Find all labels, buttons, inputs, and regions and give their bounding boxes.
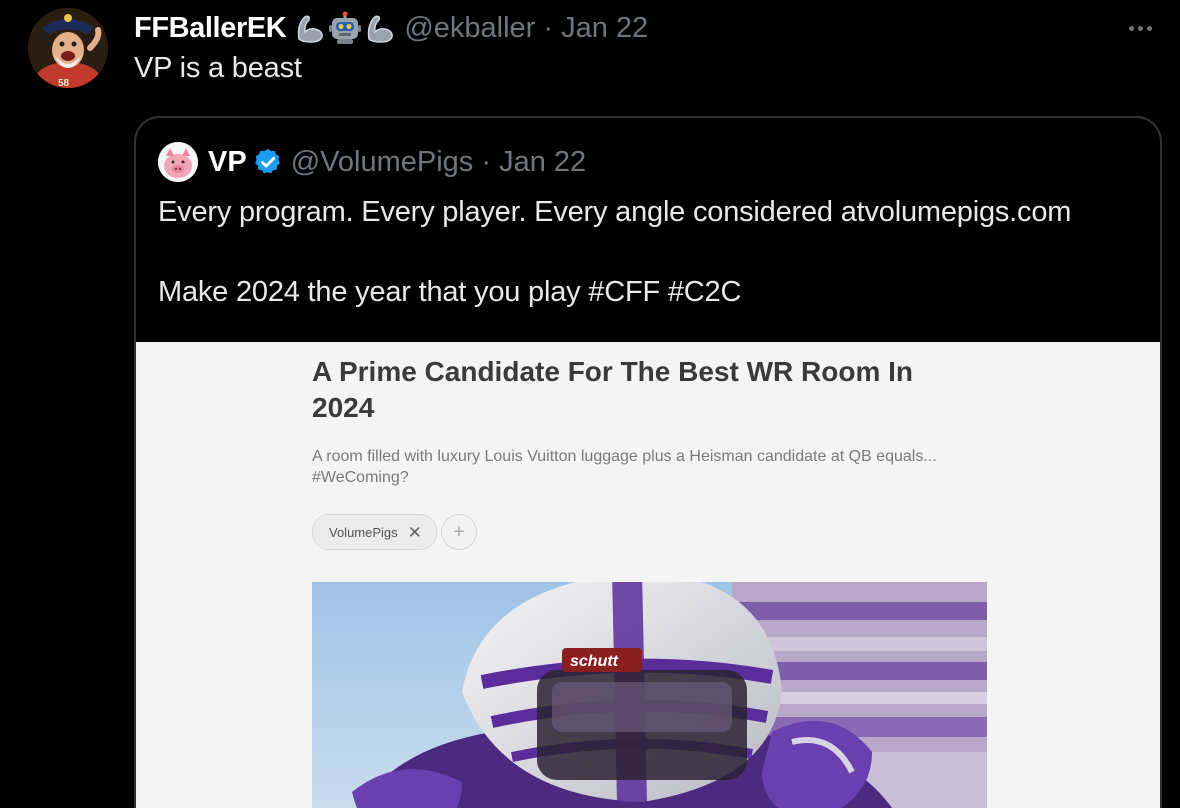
add-tag-button[interactable]: + xyxy=(440,514,477,550)
avatar-image: 58 xyxy=(28,8,108,88)
meta-separator: · xyxy=(473,145,500,178)
svg-text:58: 58 xyxy=(58,78,70,88)
quoted-paragraph: Make 2024 the year that you play #CFF #C… xyxy=(158,276,742,308)
helmet-brand-text: schutt xyxy=(570,653,619,670)
quoted-header: VP @VolumePigs · Jan 22 xyxy=(158,142,586,182)
plus-icon: + xyxy=(453,520,465,543)
meta-separator: · xyxy=(535,11,562,44)
tweet[interactable]: 58 FFBallerEK @ekballer · Jan 22 VP is a… xyxy=(0,0,1180,808)
close-icon[interactable]: ✕ xyxy=(408,524,422,541)
flexed-biceps-icon xyxy=(298,15,324,43)
more-options-button[interactable] xyxy=(1122,14,1158,42)
quoted-handle[interactable]: @VolumePigs xyxy=(291,146,474,178)
quoted-date[interactable]: Jan 22 xyxy=(499,146,586,178)
quoted-media[interactable]: A Prime Candidate For The Best WR Room I… xyxy=(136,342,1160,808)
flexed-biceps-icon xyxy=(368,15,394,43)
quoted-avatar[interactable] xyxy=(158,142,198,182)
quoted-text: Every program. Every player. Every angle… xyxy=(158,192,1148,312)
tag-row: VolumePigs ✕ + xyxy=(312,514,477,550)
quoted-meta: @VolumePigs · Jan 22 xyxy=(291,146,586,179)
article-photo: schutt xyxy=(312,582,987,808)
tag-chip[interactable]: VolumePigs ✕ xyxy=(312,514,437,550)
author-meta: @ekballer · Jan 22 xyxy=(404,12,648,45)
article-description: A room filled with luxury Louis Vuitton … xyxy=(312,448,937,486)
tag-label: VolumePigs xyxy=(329,524,398,540)
tweet-date[interactable]: Jan 22 xyxy=(561,12,648,44)
author-avatar[interactable]: 58 xyxy=(28,8,108,88)
quoted-tweet[interactable]: VP @VolumePigs · Jan 22 Every program. E… xyxy=(134,116,1162,808)
article-title: A Prime Candidate For The Best WR Room I… xyxy=(312,356,914,423)
quoted-display-name[interactable]: VP xyxy=(208,146,247,179)
tweet-header: FFBallerEK @ekballer · Jan 22 xyxy=(134,8,648,48)
more-dot-icon xyxy=(1128,25,1134,31)
author-handle[interactable]: @ekballer xyxy=(404,12,535,44)
verified-badge-icon xyxy=(253,147,283,177)
more-dot-icon xyxy=(1137,25,1143,31)
football-player-photo: schutt xyxy=(312,582,987,808)
author-display-name[interactable]: FFBallerEK xyxy=(134,12,287,45)
tweet-text: VP is a beast xyxy=(134,52,302,84)
name-emojis xyxy=(293,11,397,45)
more-dot-icon xyxy=(1146,25,1152,31)
pig-avatar-icon xyxy=(158,142,198,182)
robot-icon xyxy=(329,11,362,44)
quoted-paragraph: Every program. Every player. Every angle… xyxy=(158,196,1072,228)
